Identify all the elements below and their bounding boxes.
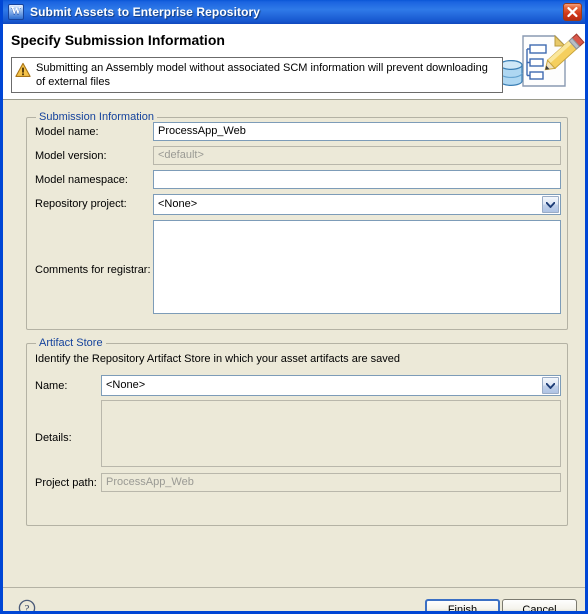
project-path-label: Project path: (35, 477, 97, 489)
repository-project-value: <None> (158, 198, 198, 210)
warning-message-text: Submitting an Assembly model without ass… (36, 62, 488, 88)
artifact-store-name-value: <None> (106, 379, 146, 391)
w-logo-icon: W (8, 4, 24, 20)
chevron-down-icon[interactable] (542, 196, 559, 213)
title-bar: W Submit Assets to Enterprise Repository (3, 0, 585, 24)
chevron-down-icon[interactable] (542, 377, 559, 394)
artifact-store-details-label: Details: (35, 432, 72, 444)
artifact-store-name-label: Name: (35, 380, 68, 392)
model-name-input[interactable]: ProcessApp_Web (153, 122, 561, 141)
close-icon[interactable] (563, 3, 582, 21)
database-document-pencil-icon (497, 24, 585, 99)
repository-project-select[interactable]: <None> (153, 194, 561, 215)
comments-textarea[interactable] (153, 220, 561, 314)
artifact-store-description: Identify the Repository Artifact Store i… (35, 353, 401, 365)
dialog-header: Specify Submission Information Submittin… (3, 24, 585, 100)
help-question-icon[interactable]: ? (18, 599, 36, 614)
project-path-input: ProcessApp_Web (101, 473, 561, 492)
repository-project-label: Repository project: (35, 198, 127, 210)
artifact-store-details-textarea (101, 400, 561, 467)
model-namespace-input[interactable] (153, 170, 561, 189)
model-version-input: <default> (153, 146, 561, 165)
dialog-footer: ? Finish Cancel (3, 587, 585, 614)
submission-information-legend: Submission Information (36, 111, 157, 123)
cancel-button[interactable]: Cancel (502, 599, 577, 611)
comments-label: Comments for registrar: (35, 264, 151, 276)
model-version-label: Model version: (35, 150, 107, 162)
window-title: Submit Assets to Enterprise Repository (30, 5, 261, 19)
dialog-body: Submission Information Model name: Proce… (3, 100, 585, 587)
artifact-store-legend: Artifact Store (36, 337, 106, 349)
finish-button[interactable]: Finish (425, 599, 500, 611)
warning-message-box: Submitting an Assembly model without ass… (11, 57, 503, 93)
submit-assets-dialog: W Submit Assets to Enterprise Repository… (0, 0, 588, 614)
model-name-label: Model name: (35, 126, 99, 138)
model-namespace-label: Model namespace: (35, 174, 128, 186)
svg-text:?: ? (25, 603, 30, 614)
page-title: Specify Submission Information (11, 32, 225, 48)
warning-triangle-icon (15, 62, 31, 78)
artifact-store-name-select[interactable]: <None> (101, 375, 561, 396)
